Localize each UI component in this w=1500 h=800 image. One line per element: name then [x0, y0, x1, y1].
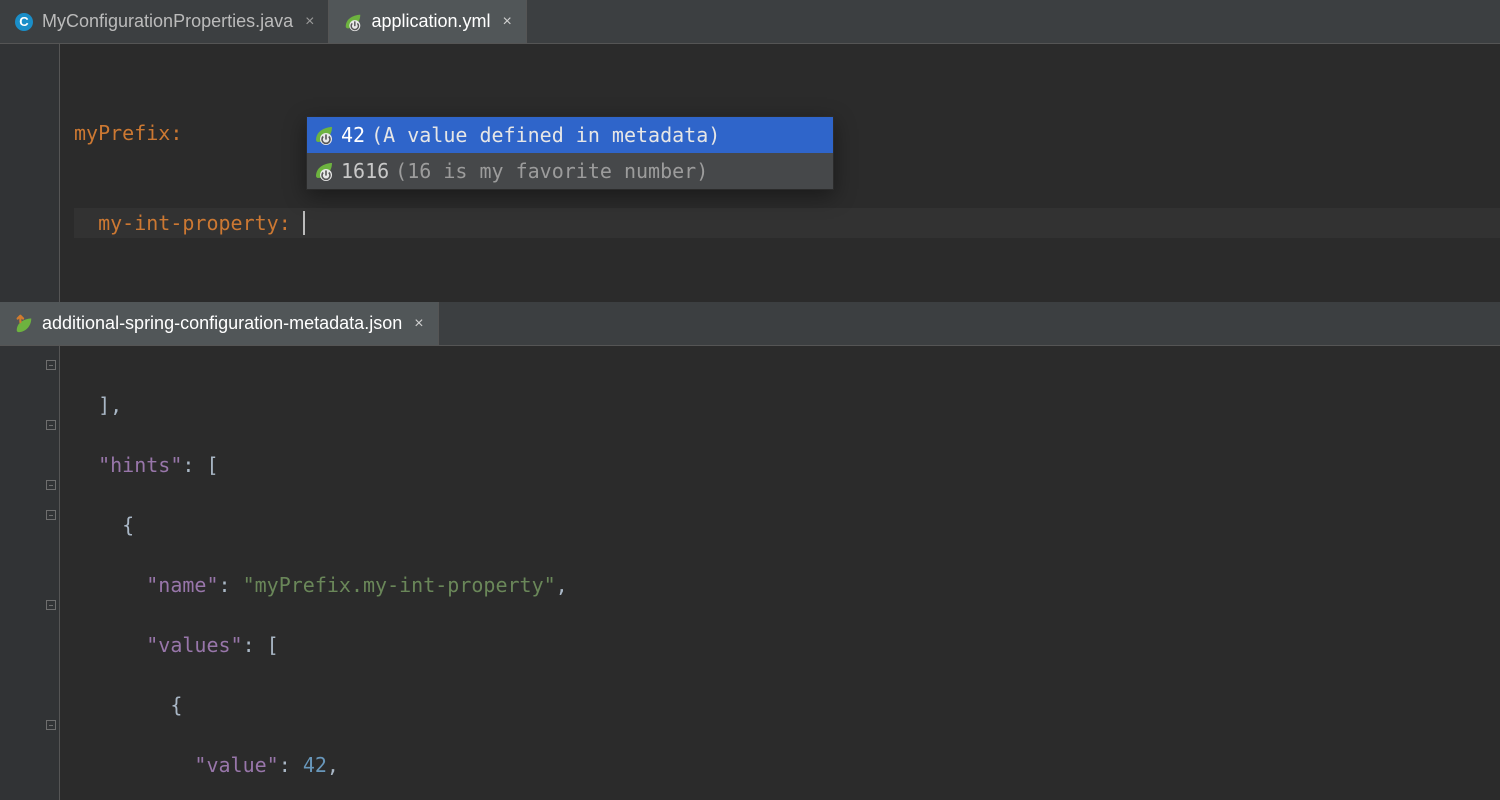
- editor-pane-yaml: myPrefix: my-int-property: 42 (A value d…: [0, 44, 1500, 302]
- top-tabbar: MyConfigurationProperties.java × applica…: [0, 0, 1500, 44]
- completion-item[interactable]: 42 (A value defined in metadata): [307, 117, 833, 153]
- json-key: "values": [146, 633, 242, 657]
- tab-label: application.yml: [371, 11, 490, 32]
- spring-icon: [313, 160, 335, 182]
- json-key: "name": [146, 573, 218, 597]
- json-key: "hints": [98, 453, 182, 477]
- yaml-key: myPrefix:: [74, 121, 182, 145]
- tab-label: additional-spring-configuration-metadata…: [42, 313, 402, 334]
- yaml-key: my-int-property:: [98, 211, 291, 235]
- close-icon[interactable]: ×: [499, 13, 512, 31]
- json-string: "myPrefix.my-int-property": [243, 573, 556, 597]
- close-icon[interactable]: ×: [410, 315, 423, 333]
- fold-icon[interactable]: [46, 720, 56, 730]
- editor-gutter: [0, 346, 60, 800]
- json-icon: [14, 314, 34, 334]
- fold-icon[interactable]: [46, 600, 56, 610]
- tab-label: MyConfigurationProperties.java: [42, 11, 293, 32]
- json-number: 42: [303, 753, 327, 777]
- close-icon[interactable]: ×: [301, 13, 314, 31]
- fold-icon[interactable]: [46, 420, 56, 430]
- class-icon: [14, 12, 34, 32]
- completion-value: 1616: [341, 159, 389, 183]
- fold-icon[interactable]: [46, 480, 56, 490]
- fold-icon[interactable]: [46, 510, 56, 520]
- editor-gutter: [0, 44, 60, 302]
- tab-my-configuration-properties[interactable]: MyConfigurationProperties.java ×: [0, 0, 329, 43]
- tab-additional-spring-metadata[interactable]: additional-spring-configuration-metadata…: [0, 302, 439, 345]
- spring-icon: [343, 12, 363, 32]
- json-key: "value": [194, 753, 278, 777]
- fold-icon[interactable]: [46, 360, 56, 370]
- completion-desc: (16 is my favorite number): [395, 159, 708, 183]
- tab-application-yml[interactable]: application.yml ×: [329, 0, 526, 43]
- bottom-tabbar: additional-spring-configuration-metadata…: [0, 302, 1500, 346]
- text-caret: [303, 211, 305, 235]
- json-editor[interactable]: ], "hints": [ { "name": "myPrefix.my-int…: [60, 346, 1500, 800]
- completion-value: 42: [341, 123, 365, 147]
- editor-pane-json: ], "hints": [ { "name": "myPrefix.my-int…: [0, 346, 1500, 800]
- completion-popup: 42 (A value defined in metadata) 1616 (1…: [306, 116, 834, 190]
- completion-desc: (A value defined in metadata): [371, 123, 720, 147]
- completion-item[interactable]: 1616 (16 is my favorite number): [307, 153, 833, 189]
- spring-icon: [313, 124, 335, 146]
